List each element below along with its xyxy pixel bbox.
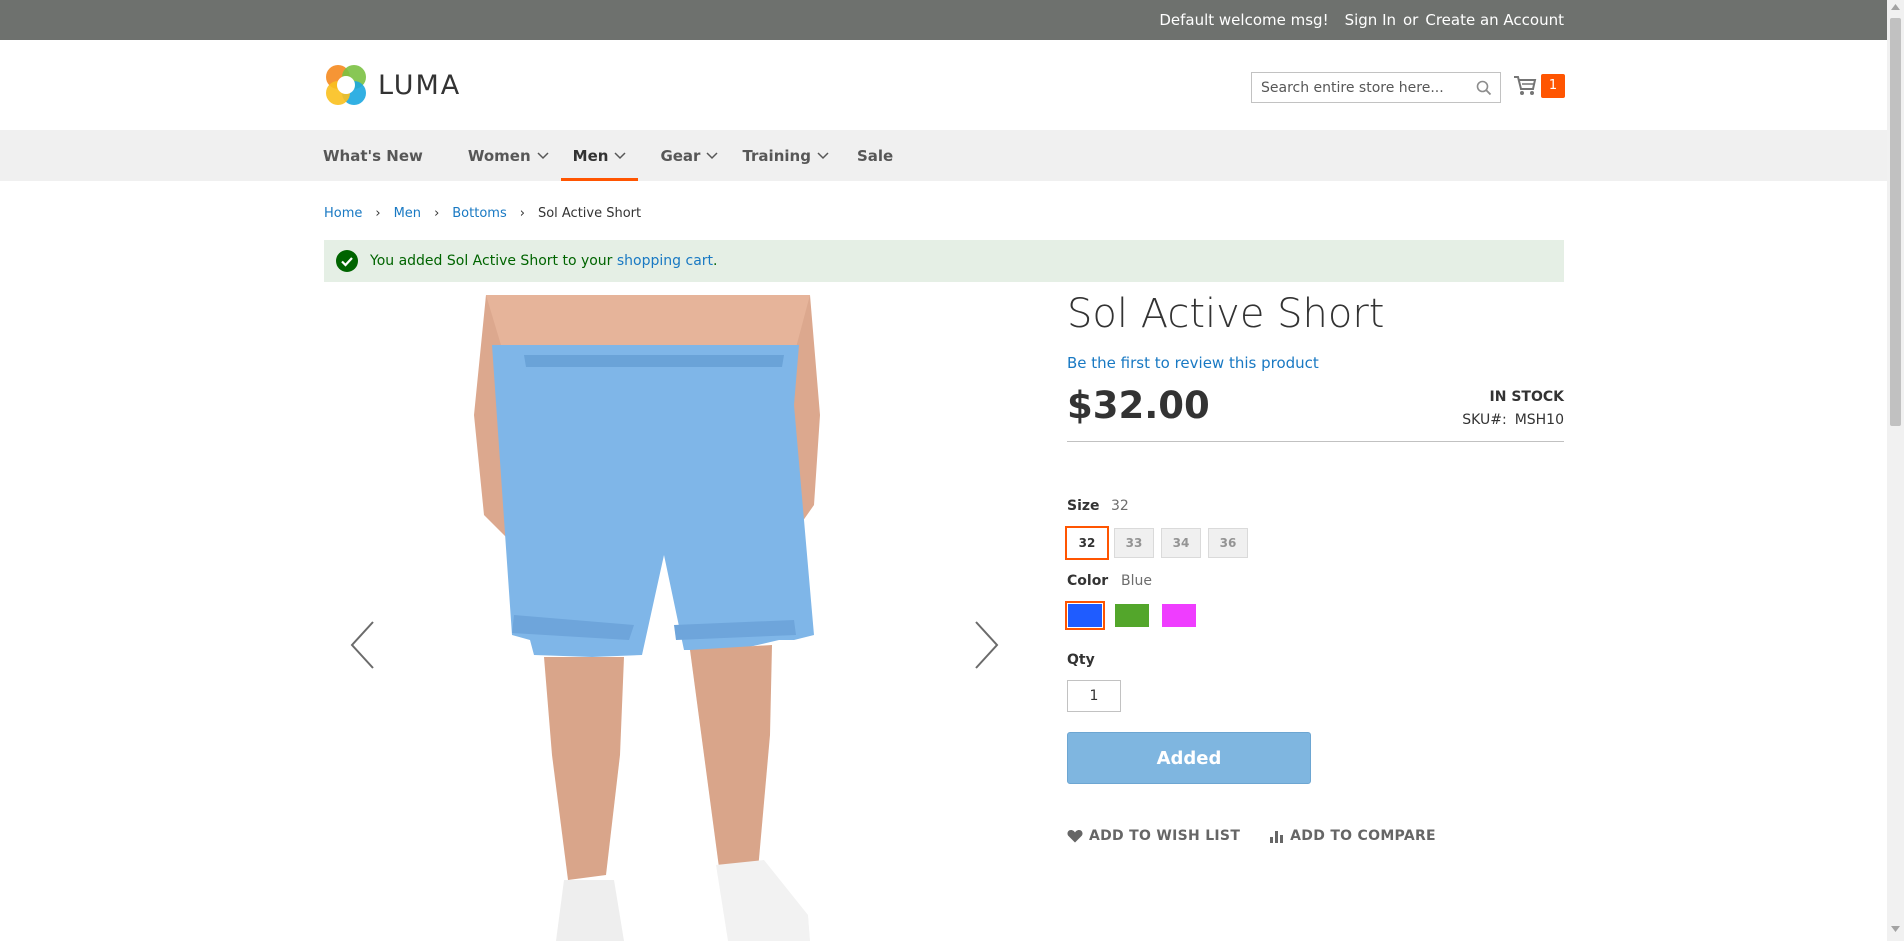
review-link[interactable]: Be the first to review this product <box>1067 354 1319 372</box>
color-swatch-purple[interactable] <box>1161 603 1197 628</box>
header: LUMA 1 <box>0 40 1887 130</box>
success-message: You added Sol Active Short to your shopp… <box>324 240 1564 282</box>
size-swatch-36[interactable]: 36 <box>1208 528 1248 558</box>
breadcrumb-separator-icon: › <box>519 206 525 221</box>
breadcrumb-bottoms[interactable]: Bottoms <box>452 206 506 221</box>
color-swatch-green[interactable] <box>1114 603 1150 628</box>
breadcrumb-home[interactable]: Home <box>324 206 362 221</box>
breadcrumb-current: Sol Active Short <box>537 206 642 221</box>
sku-label: SKU#: <box>1462 412 1507 428</box>
shopping-cart-link[interactable]: shopping cart <box>617 253 713 269</box>
cart-icon[interactable] <box>1513 75 1537 97</box>
color-selected-value: Blue <box>1121 573 1152 589</box>
search-input[interactable] <box>1252 73 1462 102</box>
cart-count-badge: 1 <box>1541 74 1565 98</box>
compare-bars-icon <box>1270 831 1284 843</box>
wishlist-label: ADD TO WISH LIST <box>1089 828 1241 844</box>
product-title: Sol Active Short <box>1067 291 1385 337</box>
size-selected-value: 32 <box>1111 498 1129 514</box>
add-to-compare-link[interactable]: ADD TO COMPARE <box>1270 828 1436 844</box>
breadcrumb: Home › Men › Bottoms › Sol Active Short <box>324 206 641 221</box>
divider <box>1067 441 1564 442</box>
nav-item-gear[interactable]: Gear <box>638 130 730 181</box>
color-swatch-blue[interactable] <box>1065 601 1105 630</box>
chevron-down-icon <box>817 151 829 159</box>
breadcrumb-separator-icon: › <box>375 206 381 221</box>
size-swatch-33[interactable]: 33 <box>1114 528 1154 558</box>
qty-input[interactable] <box>1067 680 1121 712</box>
stock-status: IN STOCK <box>1489 389 1564 405</box>
compare-label: ADD TO COMPARE <box>1290 828 1436 844</box>
heart-icon <box>1067 830 1083 843</box>
product-gallery <box>324 295 1024 941</box>
top-panel: Default welcome msg! Sign In or Create a… <box>0 0 1887 40</box>
or-text: or <box>1403 11 1419 29</box>
search-icon[interactable] <box>1476 80 1492 96</box>
message-suffix: . <box>713 253 718 269</box>
add-to-cart-button[interactable]: Added <box>1067 732 1311 784</box>
create-account-link[interactable]: Create an Account <box>1425 11 1564 29</box>
top-links: Default welcome msg! Sign In or Create a… <box>1159 0 1564 40</box>
nav-item-label: Gear <box>660 146 701 165</box>
nav-item-label: Women <box>467 146 531 165</box>
gallery-prev-arrow-icon[interactable] <box>349 620 375 670</box>
sku-value: MSH10 <box>1514 412 1564 428</box>
color-swatches <box>1065 601 1197 630</box>
size-label: Size <box>1067 498 1100 514</box>
chevron-down-icon <box>537 151 549 159</box>
message-text: You added Sol Active Short to your <box>370 253 617 269</box>
nav-item-women[interactable]: Women <box>456 130 561 181</box>
luma-logo-icon <box>326 65 366 105</box>
qty-label: Qty <box>1067 652 1095 668</box>
nav-item-label: Men <box>572 146 609 165</box>
gallery-next-arrow-icon[interactable] <box>974 620 1000 670</box>
nav-item-men[interactable]: Men <box>560 130 639 181</box>
main-navigation: What's New Women Men Gear Training Sale <box>0 130 1887 181</box>
nav-item-label: Training <box>742 146 811 165</box>
product-social-actions: ADD TO WISH LIST ADD TO COMPARE <box>1067 828 1436 844</box>
minicart[interactable]: 1 <box>1513 74 1565 98</box>
check-circle-icon <box>336 250 358 272</box>
nav-item-label: Sale <box>856 146 894 165</box>
breadcrumb-men[interactable]: Men <box>394 206 421 221</box>
breadcrumb-separator-icon: › <box>434 206 440 221</box>
scroll-up-arrow-icon[interactable] <box>1891 4 1900 10</box>
nav-item-whats-new[interactable]: What's New <box>323 130 435 181</box>
nav-item-sale[interactable]: Sale <box>841 130 905 181</box>
scroll-down-arrow-icon[interactable] <box>1891 926 1900 932</box>
sku: SKU#: MSH10 <box>1462 412 1564 428</box>
logo[interactable]: LUMA <box>324 62 461 108</box>
chevron-down-icon <box>706 151 718 159</box>
size-swatch-32[interactable]: 32 <box>1065 526 1109 560</box>
color-label: Color <box>1067 573 1109 589</box>
size-swatches: 32 33 34 36 <box>1065 526 1248 560</box>
sign-in-link[interactable]: Sign In <box>1345 11 1396 29</box>
product-info: Sol Active Short Be the first to review … <box>1065 288 1564 844</box>
search-box <box>1251 72 1501 103</box>
logo-text: LUMA <box>378 69 462 101</box>
product-image[interactable] <box>324 295 1024 941</box>
add-to-wishlist-link[interactable]: ADD TO WISH LIST <box>1067 828 1240 844</box>
size-swatch-34[interactable]: 34 <box>1161 528 1201 558</box>
scrollbar-thumb[interactable] <box>1890 18 1901 426</box>
page-scrollbar[interactable] <box>1887 0 1904 941</box>
product-price: $32.00 <box>1067 384 1210 427</box>
welcome-message: Default welcome msg! <box>1159 11 1329 29</box>
nav-item-label: What's New <box>323 146 423 165</box>
chevron-down-icon <box>614 151 626 159</box>
nav-item-training[interactable]: Training <box>730 130 840 181</box>
